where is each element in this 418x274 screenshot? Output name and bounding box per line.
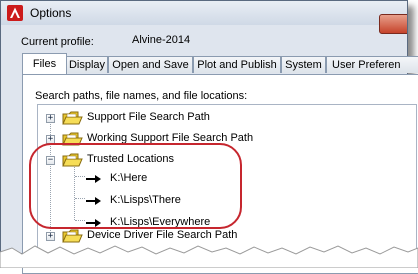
tab-display[interactable]: Display — [66, 56, 108, 73]
tree-node-working-support-file-search-path[interactable]: + Working Support File Search Path — [38, 131, 398, 147]
close-button[interactable] — [379, 14, 407, 34]
title-bar[interactable]: Options — [1, 1, 407, 25]
tab-open-and-save[interactable]: Open and Save — [108, 56, 193, 73]
tab-plot-and-publish[interactable]: Plot and Publish — [193, 56, 281, 73]
tab-user-preferences[interactable]: User Preferen — [326, 56, 418, 73]
folder-icon — [62, 153, 83, 167]
tab-system[interactable]: System — [281, 56, 326, 73]
collapse-icon[interactable]: − — [46, 156, 55, 165]
tree-node-label: Trusted Locations — [87, 153, 175, 165]
path-arrow-icon — [86, 175, 101, 183]
tree-leaf-label: K:\Lisps\Everywhere — [110, 216, 211, 228]
tree-leaf-path[interactable]: K:\Lisps\There — [38, 193, 398, 209]
tree-leaf-path[interactable]: K:\Here — [38, 171, 398, 187]
tree-leaf-label: K:\Here — [110, 172, 148, 184]
folder-icon — [62, 132, 83, 146]
expand-icon[interactable]: + — [46, 114, 55, 123]
window-title: Options — [30, 6, 72, 20]
tree-leaf-label: K:\Lisps\There — [110, 194, 181, 206]
path-arrow-icon — [86, 197, 101, 205]
autocad-a-icon — [7, 5, 23, 21]
tree-node-trusted-locations[interactable]: − Trusted Locations — [38, 152, 398, 168]
folder-icon — [62, 111, 83, 125]
tree-node-label: Support File Search Path — [87, 111, 210, 123]
tree-node-label: Working Support File Search Path — [87, 132, 254, 144]
path-arrow-icon — [86, 219, 101, 227]
current-profile-label: Current profile: — [21, 36, 94, 48]
search-paths-label: Search paths, file names, and file locat… — [35, 90, 248, 102]
current-profile-value: Alvine-2014 — [132, 34, 191, 46]
tree-node-support-file-search-path[interactable]: + Support File Search Path — [38, 110, 398, 126]
options-tabs: Files Display Open and Save Plot and Pub… — [22, 53, 418, 74]
expand-icon[interactable]: + — [46, 135, 55, 144]
tab-files[interactable]: Files — [22, 53, 67, 74]
